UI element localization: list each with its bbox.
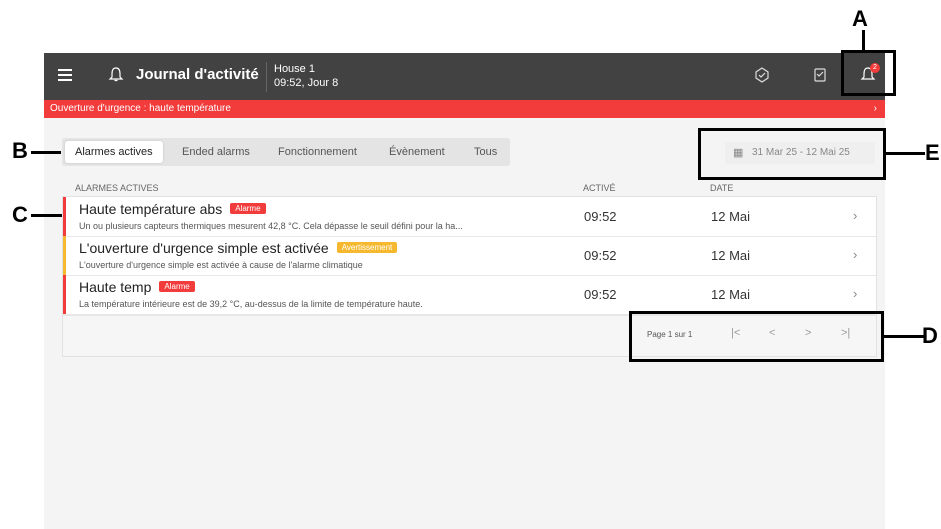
callout-line-d bbox=[883, 335, 924, 338]
alert-banner[interactable]: Ouverture d'urgence : haute température … bbox=[44, 100, 885, 118]
callout-box-d bbox=[629, 311, 884, 362]
column-header-date: DATE bbox=[710, 183, 734, 193]
tab-active-alarms[interactable]: Alarmes actives bbox=[65, 141, 163, 163]
severity-bar bbox=[63, 197, 66, 236]
alarm-activated: 09:52 bbox=[584, 287, 617, 302]
alarm-activated: 09:52 bbox=[584, 209, 617, 224]
alarm-badge: Avertissement bbox=[336, 241, 398, 253]
house-time: 09:52, Jour 8 bbox=[274, 77, 339, 89]
chevron-right-icon[interactable]: › bbox=[853, 286, 857, 301]
callout-label-a: A bbox=[852, 6, 868, 31]
table-row[interactable]: Haute température abs Alarme Un ou plusie… bbox=[63, 197, 876, 237]
house-info: House 1 09:52, Jour 8 bbox=[274, 62, 338, 90]
chevron-right-icon[interactable]: › bbox=[853, 247, 857, 262]
callout-label-d: D bbox=[922, 323, 938, 348]
tab-operation[interactable]: Fonctionnement bbox=[268, 141, 367, 163]
alarm-description: L'ouverture d'urgence simple est activée… bbox=[79, 260, 363, 270]
divider bbox=[266, 62, 267, 92]
alarm-badge: Alarme bbox=[159, 280, 195, 292]
menu-icon[interactable] bbox=[58, 66, 78, 86]
column-header-alarms: ALARMES ACTIVES bbox=[75, 183, 159, 193]
chevron-right-icon: › bbox=[873, 103, 877, 114]
alarm-date: 12 Mai bbox=[711, 287, 751, 302]
callout-line-c bbox=[31, 214, 62, 217]
alarm-title: L'ouverture d'urgence simple est activée… bbox=[79, 240, 398, 256]
top-bar: Journal d'activité House 1 09:52, Jour 8… bbox=[44, 53, 885, 100]
callout-label-c: C bbox=[12, 202, 28, 227]
tab-event[interactable]: Évènement bbox=[379, 141, 455, 163]
callout-label-e: E bbox=[925, 140, 940, 165]
alarm-title-text: Haute température abs bbox=[79, 201, 223, 217]
callout-label-b: B bbox=[12, 138, 28, 163]
report-icon[interactable] bbox=[810, 67, 830, 87]
table-row[interactable]: L'ouverture d'urgence simple est activée… bbox=[63, 236, 876, 276]
severity-bar bbox=[63, 236, 66, 275]
tab-all[interactable]: Tous bbox=[464, 141, 507, 163]
callout-line-b bbox=[31, 151, 61, 154]
alarm-badge: Alarme bbox=[230, 202, 266, 214]
bell-icon bbox=[108, 66, 126, 86]
severity-bar bbox=[63, 275, 66, 314]
tab-ended-alarms[interactable]: Ended alarms bbox=[172, 141, 260, 163]
column-header-activated: ACTIVÉ bbox=[583, 183, 616, 193]
alarm-title-text: Haute temp bbox=[79, 279, 152, 295]
alarm-title: Haute temp Alarme bbox=[79, 279, 195, 295]
table-row[interactable]: Haute temp Alarme La température intérieu… bbox=[63, 275, 876, 315]
alarm-title-text: L'ouverture d'urgence simple est activée bbox=[79, 240, 329, 256]
tab-bar: Alarmes actives Ended alarms Fonctionnem… bbox=[62, 138, 510, 166]
alarm-description: La température intérieure est de 39,2 °C… bbox=[79, 299, 423, 309]
alarm-activated: 09:52 bbox=[584, 248, 617, 263]
page-title: Journal d'activité bbox=[136, 66, 259, 83]
callout-line-e bbox=[885, 152, 925, 155]
alarm-date: 12 Mai bbox=[711, 248, 751, 263]
alarm-title: Haute température abs Alarme bbox=[79, 201, 266, 217]
callout-box-a bbox=[841, 50, 896, 96]
callout-box-e bbox=[698, 128, 886, 180]
chevron-right-icon[interactable]: › bbox=[853, 208, 857, 223]
callout-line-a bbox=[862, 30, 865, 51]
house-name: House 1 bbox=[274, 63, 315, 75]
check-shield-icon[interactable] bbox=[752, 67, 772, 87]
alert-banner-text: Ouverture d'urgence : haute température bbox=[50, 103, 231, 114]
alarm-description: Un ou plusieurs capteurs thermiques mesu… bbox=[79, 221, 463, 231]
app-screen: Journal d'activité House 1 09:52, Jour 8… bbox=[44, 53, 885, 529]
alarm-date: 12 Mai bbox=[711, 209, 751, 224]
